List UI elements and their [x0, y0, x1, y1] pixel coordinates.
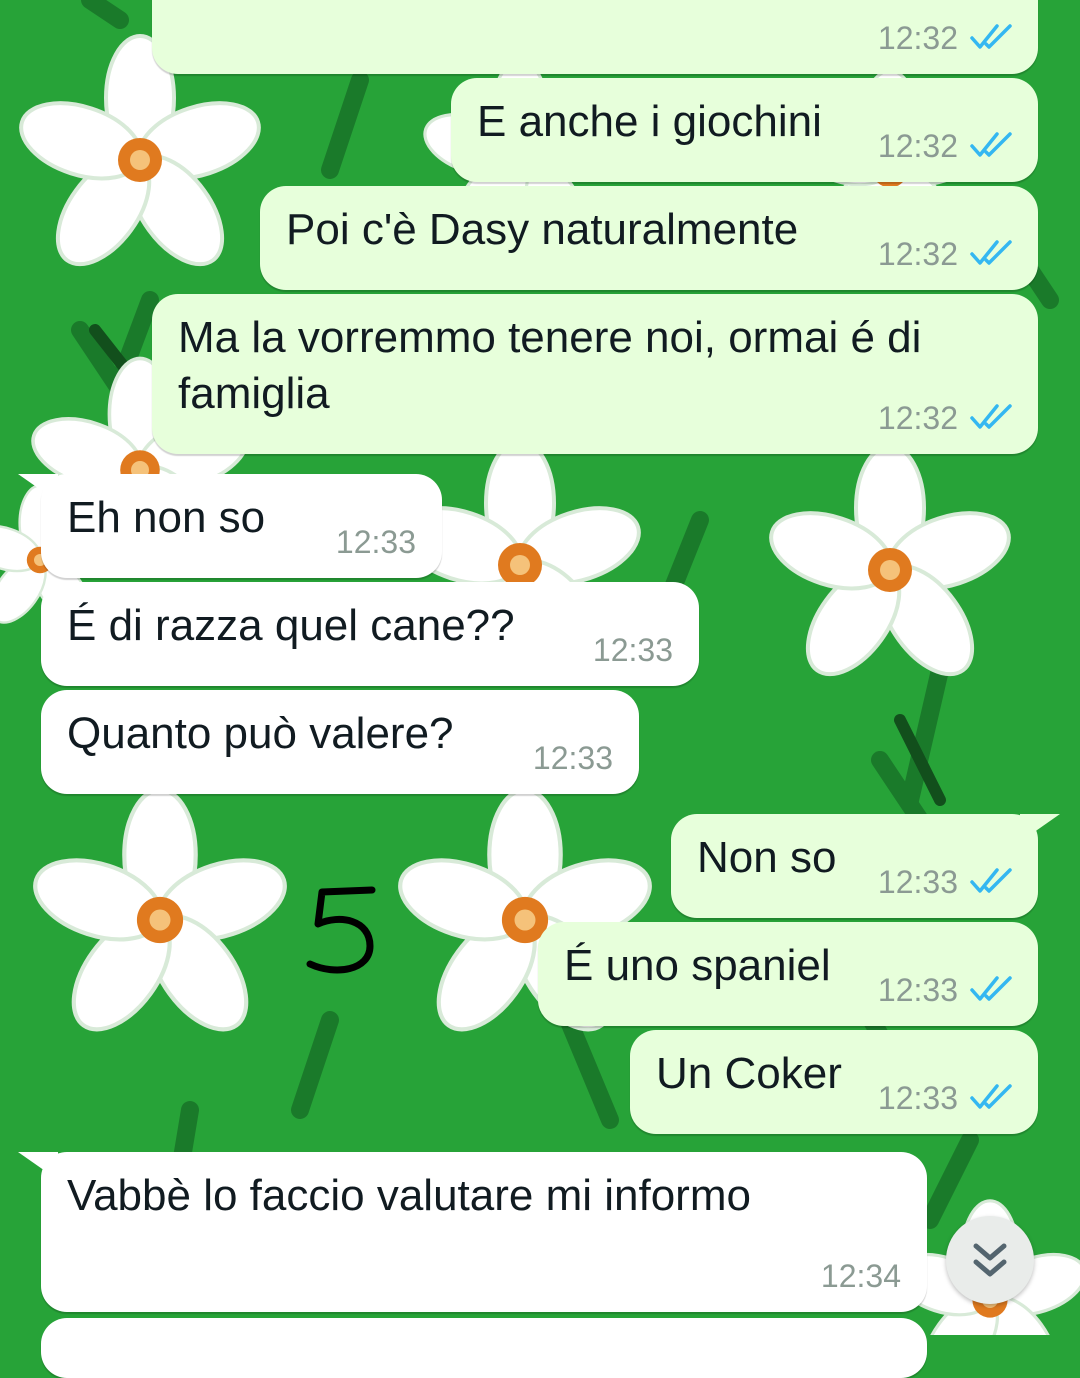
message-text: Quanto può valere? — [67, 709, 454, 758]
message-outgoing[interactable]: 12:32 — [152, 0, 1038, 74]
message-outgoing[interactable]: E anche i giochini 12:32 — [451, 78, 1038, 182]
message-text: Eh non so — [67, 493, 266, 542]
message-outgoing[interactable]: Ma la vorremmo tenere noi, ormai é di fa… — [152, 294, 1038, 454]
message-timestamp: 12:33 — [592, 632, 673, 668]
message-timestamp: 12:33 — [877, 1080, 958, 1116]
read-receipt-icon — [970, 132, 1012, 157]
scroll-to-bottom-button[interactable] — [946, 1216, 1034, 1304]
handwritten-annotation — [306, 886, 376, 974]
message-text: Poi c'è Dasy naturalmente — [286, 205, 799, 254]
message-outgoing[interactable]: É uno spaniel 12:33 — [538, 922, 1038, 1026]
message-text-line-1: Ma la vorremmo tenere noi, ormai é di — [178, 313, 922, 362]
read-receipt-icon — [970, 24, 1012, 49]
message-text: E anche i giochini — [477, 97, 822, 146]
message-incoming[interactable]: É di razza quel cane?? 12:33 — [41, 582, 699, 686]
message-incoming[interactable]: Eh non so 12:33 — [41, 474, 442, 578]
read-receipt-icon — [970, 1084, 1012, 1109]
read-receipt-icon — [970, 868, 1012, 893]
message-timestamp: 12:33 — [877, 972, 958, 1008]
message-timestamp: 12:32 — [877, 20, 958, 56]
message-incoming-partial[interactable] — [41, 1318, 927, 1378]
message-text: É uno spaniel — [564, 941, 831, 990]
message-text: É di razza quel cane?? — [67, 601, 515, 650]
message-timestamp: 12:32 — [877, 400, 958, 436]
message-timestamp: 12:33 — [532, 740, 613, 776]
message-timestamp: 12:34 — [820, 1258, 901, 1294]
message-text: Non so — [697, 833, 837, 882]
message-timestamp: 12:32 — [877, 236, 958, 272]
message-incoming[interactable]: Quanto può valere? 12:33 — [41, 690, 639, 794]
message-incoming[interactable]: Vabbè lo faccio valutare mi informo 12:3… — [41, 1152, 927, 1312]
read-receipt-icon — [970, 240, 1012, 265]
message-outgoing[interactable]: Un Coker 12:33 — [630, 1030, 1038, 1134]
message-text: Un Coker — [656, 1049, 842, 1098]
message-text-line-2: famiglia — [178, 369, 330, 418]
message-timestamp: 12:32 — [877, 128, 958, 164]
read-receipt-icon — [970, 976, 1012, 1001]
message-timestamp: 12:33 — [877, 864, 958, 900]
double-chevron-down-icon — [973, 1243, 1007, 1277]
message-outgoing[interactable]: Non so 12:33 — [671, 814, 1038, 918]
read-receipt-icon — [970, 404, 1012, 429]
message-outgoing[interactable]: Poi c'è Dasy naturalmente 12:32 — [260, 186, 1038, 290]
message-text: Vabbè lo faccio valutare mi informo — [67, 1171, 751, 1220]
message-timestamp: 12:33 — [335, 524, 416, 560]
